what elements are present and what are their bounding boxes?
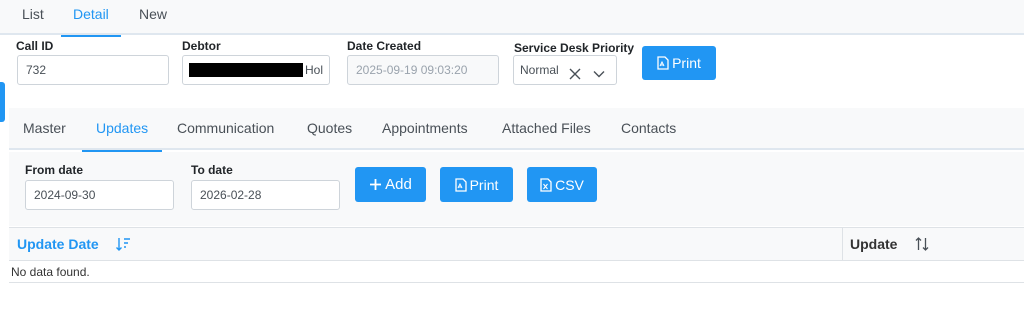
sort-unsorted-icon[interactable] [914,236,930,257]
column-update-date[interactable]: Update Date [17,228,99,260]
tab-updates[interactable]: Updates [82,108,163,152]
plus-icon [370,179,382,190]
add-label: Add [385,176,412,193]
tab-detail[interactable]: Detail [61,0,121,37]
call-id-label: Call ID [16,39,54,53]
updates-table-body: No data found. [9,261,1024,283]
clear-icon[interactable] [568,63,582,84]
tab-contacts[interactable]: Contacts [621,108,676,150]
excel-file-icon [540,177,552,192]
column-update-date-label: Update Date [17,236,99,252]
tab-appointments[interactable]: Appointments [382,108,468,150]
sort-descending-icon[interactable] [115,236,131,257]
priority-value: Normal [520,63,559,77]
column-update-label: Update [850,236,898,252]
debtor-field[interactable]: Hol [182,55,330,85]
call-id-field[interactable]: 732 [17,55,169,85]
from-date-field[interactable]: 2024-09-30 [25,180,174,210]
pdf-icon [657,56,669,70]
tab-master[interactable]: Master [23,108,66,150]
debtor-value: Hol [305,63,324,77]
tab-new[interactable]: New [139,0,167,35]
tab-attached-files[interactable]: Attached Files [502,108,591,150]
header-print-label: Print [672,55,701,71]
from-date-label: From date [25,163,84,177]
header-print-button[interactable]: Print [642,46,716,80]
column-update[interactable]: Update [850,228,897,260]
csv-button[interactable]: CSV [527,167,597,202]
redacted-block [189,63,303,77]
add-button[interactable]: Add [355,167,426,202]
empty-message: No data found. [11,265,90,279]
to-date-field[interactable]: 2026-02-28 [191,180,340,210]
to-date-label: To date [191,163,233,177]
tab-quotes[interactable]: Quotes [307,108,352,150]
sidebar-toggle-handle[interactable] [0,82,5,122]
column-divider[interactable] [842,228,843,260]
csv-label: CSV [555,176,584,193]
date-created-field: 2025-09-19 09:03:20 [347,55,499,85]
top-tab-bar: List Detail New [0,0,1024,37]
detail-tab-bar: Master Updates Communication Quotes Appo… [9,108,1024,152]
date-created-label: Date Created [347,39,422,53]
updates-table-header: Update Date Update [9,227,1024,261]
tab-communication[interactable]: Communication [177,108,274,150]
priority-select[interactable]: Normal [513,55,617,85]
priority-label: Service Desk Priority [514,41,635,55]
debtor-label: Debtor [182,39,221,53]
pdf-icon [454,177,467,192]
chevron-down-icon[interactable] [592,63,606,84]
updates-print-button[interactable]: Print [440,167,513,202]
updates-print-label: Print [469,176,499,193]
tab-list[interactable]: List [22,0,44,35]
